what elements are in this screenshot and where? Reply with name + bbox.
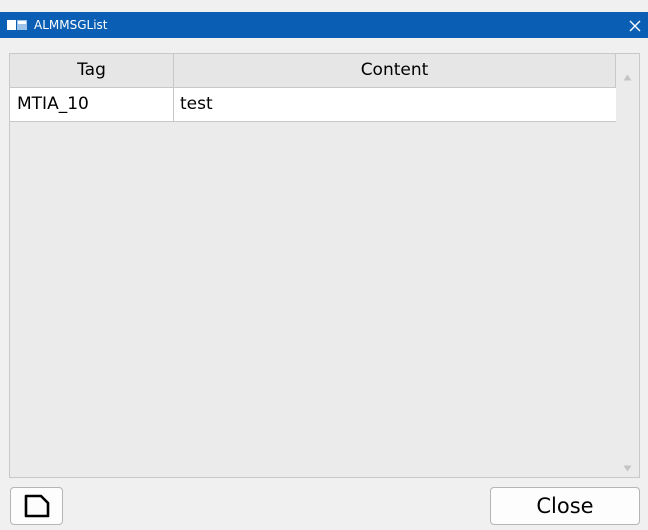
- cell-content[interactable]: test: [174, 88, 616, 121]
- table-header: Tag Content: [10, 54, 616, 88]
- cell-tag[interactable]: MTIA_10: [10, 88, 174, 121]
- table-row[interactable]: MTIA_10 test: [10, 88, 616, 122]
- title-bar: ALMMSGList: [0, 12, 648, 38]
- vertical-scrollbar[interactable]: [616, 54, 639, 477]
- column-header-content[interactable]: Content: [174, 54, 616, 87]
- new-document-icon: [24, 494, 50, 518]
- arrow-down-icon[interactable]: [623, 457, 632, 472]
- window-app-icon: [6, 17, 28, 33]
- window-title: ALMMSGList: [34, 18, 108, 32]
- close-button[interactable]: Close: [490, 487, 640, 525]
- arrow-up-icon[interactable]: [623, 66, 632, 81]
- column-header-tag[interactable]: Tag: [10, 54, 174, 87]
- close-icon[interactable]: [628, 18, 642, 32]
- message-list-grid[interactable]: Tag Content MTIA_10 test: [9, 53, 640, 478]
- new-document-button[interactable]: [10, 487, 63, 525]
